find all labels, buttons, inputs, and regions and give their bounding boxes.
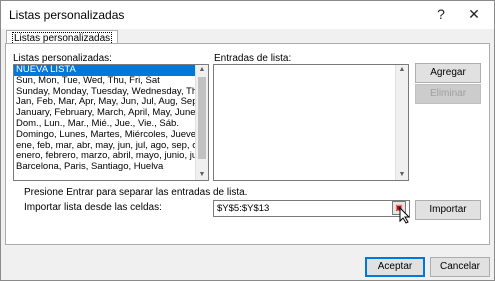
list-entries-scrollbar[interactable]: ▲ ▼ (395, 65, 408, 180)
accept-button[interactable]: Aceptar (365, 257, 425, 277)
delete-button[interactable]: Eliminar (415, 84, 481, 104)
import-range-input[interactable]: $Y$5:$Y$13 (213, 200, 410, 217)
custom-lists-scrollbar[interactable]: ▲ ▼ (195, 65, 208, 180)
scroll-up-arrow-icon[interactable]: ▲ (196, 65, 208, 75)
custom-lists-listbox[interactable]: NUEVA LISTA Sun, Mon, Tue, Wed, Thu, Fri,… (13, 64, 209, 181)
list-item[interactable]: ene, feb, mar, abr, may, jun, jul, ago, … (14, 141, 208, 152)
custom-lists-label-text: Listas personalizadas: (13, 53, 112, 64)
title-bar: Listas personalizadas ? ✕ (1, 1, 494, 29)
entries-scroll-down-arrow-icon[interactable]: ▼ (396, 170, 408, 180)
import-from-label: Importar lista desde las celdas: (24, 202, 162, 213)
list-item[interactable]: Dom., Lun., Mar., Mié., Jue., Vie., Sáb. (14, 119, 208, 130)
list-item[interactable]: NUEVA LISTA (14, 65, 208, 76)
list-item[interactable]: Domingo, Lunes, Martes, Miércoles, Jueve… (14, 130, 208, 141)
list-entries-textarea[interactable]: ▲ ▼ (213, 64, 409, 181)
dialog-title: Listas personalizadas (9, 8, 125, 22)
import-button[interactable]: Importar (415, 200, 481, 220)
add-button[interactable]: Agregar (415, 63, 481, 83)
help-button[interactable]: ? (426, 3, 456, 25)
list-item[interactable]: Sun, Mon, Tue, Wed, Thu, Fri, Sat (14, 76, 208, 87)
cancel-button[interactable]: Cancelar (430, 257, 490, 277)
list-item[interactable]: Barcelona, Paris, Santiago, Huelva (14, 162, 208, 173)
entries-scroll-up-arrow-icon[interactable]: ▲ (396, 65, 408, 75)
list-item[interactable]: January, February, March, April, May, Ju… (14, 108, 208, 119)
mouse-cursor-icon (399, 207, 411, 224)
close-button[interactable]: ✕ (459, 3, 489, 25)
list-entries-label: Entradas de lista: (214, 53, 291, 64)
list-item[interactable]: Jan, Feb, Mar, Apr, May, Jun, Jul, Aug, … (14, 97, 208, 108)
scroll-down-arrow-icon[interactable]: ▼ (196, 170, 208, 180)
scrollbar-thumb[interactable] (198, 77, 206, 159)
list-item[interactable]: Sunday, Monday, Tuesday, Wednesday, Thur… (14, 87, 208, 98)
custom-lists-label: Listas personalizadas: (13, 53, 112, 64)
custom-lists-dialog: Listas personalizadas ? ✕ Listas persona… (0, 0, 495, 281)
list-entries-label-text: Entradas de lista: (214, 53, 292, 64)
hint-text: Presione Entrar para separar las entrada… (24, 187, 248, 198)
list-item[interactable]: enero, febrero, marzo, abril, mayo, juni… (14, 151, 208, 162)
custom-lists-items: NUEVA LISTA Sun, Mon, Tue, Wed, Thu, Fri,… (14, 65, 208, 173)
